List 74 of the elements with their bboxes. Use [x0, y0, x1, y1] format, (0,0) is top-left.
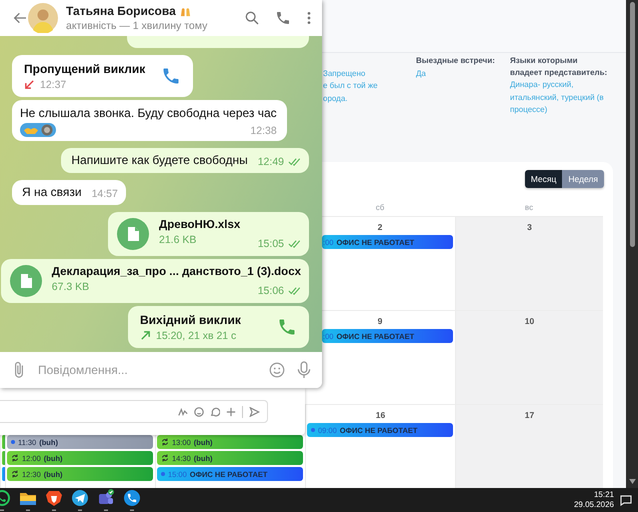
day-cell[interactable]: 17 [455, 404, 603, 488]
message-text: Не слышала звонка. Буду свободна через час [20, 106, 277, 121]
more-icon[interactable] [306, 10, 312, 26]
contact-name: Татьяна Борисова [66, 4, 176, 18]
message-time: 12:38 [250, 125, 277, 137]
clock-date[interactable]: 29.05.2026 [574, 500, 614, 510]
message-field[interactable]: Повідомлення... [38, 363, 258, 377]
message-time: 15:06 [258, 285, 284, 297]
weekday-header: сб [374, 203, 386, 214]
view-tab[interactable]: Месяц [524, 170, 562, 188]
recurring-icon [161, 438, 169, 446]
recurring-icon [11, 454, 19, 462]
view-tab[interactable]: Неделя [562, 170, 604, 188]
detail-value: Динара- русский, итальянский, турецкий (в процессе) [510, 79, 605, 116]
message-time: 12:49 [258, 156, 284, 168]
microphone-icon[interactable] [296, 360, 312, 380]
day-number: 3 [527, 221, 532, 233]
day-number: 10 [524, 315, 534, 327]
team-app-icon[interactable] [97, 489, 115, 511]
contact-status: активність — 1 хвилину тому [66, 20, 208, 32]
calendar-event[interactable] [2, 467, 5, 481]
emoji-icon[interactable] [268, 361, 286, 379]
call-title: Пропущений виклик [24, 62, 146, 76]
paper-plane-icon[interactable] [71, 489, 89, 511]
detail-label: Языки которыми владеет представитель: [510, 55, 608, 78]
day-number: 16 [376, 409, 386, 421]
search-icon[interactable] [244, 10, 260, 26]
day-number: 2 [378, 221, 382, 233]
shield-icon[interactable] [45, 489, 63, 511]
day-number: 9 [378, 315, 382, 327]
emoji-icon[interactable] [194, 406, 204, 416]
recurring-icon [161, 454, 169, 462]
detail-value: е был с той же [323, 80, 379, 92]
notification-icon[interactable] [620, 494, 632, 506]
message-text: Напишите как будете свободны [71, 153, 248, 168]
detail-label: Выездные встречи: [416, 55, 496, 66]
message-time: 15:05 [258, 238, 284, 250]
scrollbar-thumb[interactable] [630, 2, 634, 247]
chat-bubble-icon[interactable] [210, 406, 220, 416]
file-icon[interactable] [10, 265, 42, 297]
file-name[interactable]: ДревоНЮ.xlsx [159, 218, 301, 233]
file-icon[interactable] [117, 218, 149, 250]
plus-icon[interactable] [226, 406, 236, 416]
reaction-pill[interactable] [20, 123, 56, 137]
message-input[interactable] [0, 400, 268, 423]
phone-app-icon[interactable] [123, 489, 141, 511]
detail-value: Запрещено [323, 68, 366, 80]
clock-time[interactable]: 15:21 [594, 490, 614, 500]
scroll-arrow-icon[interactable] [628, 479, 636, 484]
recurring-icon [11, 470, 19, 478]
detail-value: Да [416, 68, 427, 80]
message-text: Я на связи [22, 185, 82, 200]
phone-icon[interactable] [161, 66, 182, 86]
message-time: 14:57 [92, 188, 118, 200]
file-name[interactable]: Декларация_за_про ... данството_1 (3).docx [52, 265, 301, 280]
weekday-header: вс [524, 203, 534, 214]
send-icon[interactable] [249, 406, 260, 416]
file-size: 21.6 KB [159, 234, 196, 246]
detail-value: орода. [323, 92, 349, 105]
day-cell[interactable]: 3 [455, 216, 603, 310]
avatar[interactable] [28, 3, 58, 33]
call-time: 15:20, 21 хв 21 с [156, 330, 236, 342]
call-time: 12:37 [40, 78, 66, 90]
back-icon[interactable] [12, 10, 28, 26]
file-size: 67.3 KB [52, 281, 90, 293]
calendar-event[interactable] [2, 451, 5, 465]
phone-icon[interactable] [275, 10, 291, 26]
hands-icon [180, 6, 191, 16]
phone-icon[interactable] [277, 317, 297, 337]
signature-icon[interactable] [178, 406, 188, 416]
day-number: 17 [524, 409, 534, 421]
calendar-event[interactable] [2, 435, 5, 449]
day-cell[interactable]: 10 [455, 310, 603, 404]
call-title: Вихідний виклик [140, 312, 241, 326]
